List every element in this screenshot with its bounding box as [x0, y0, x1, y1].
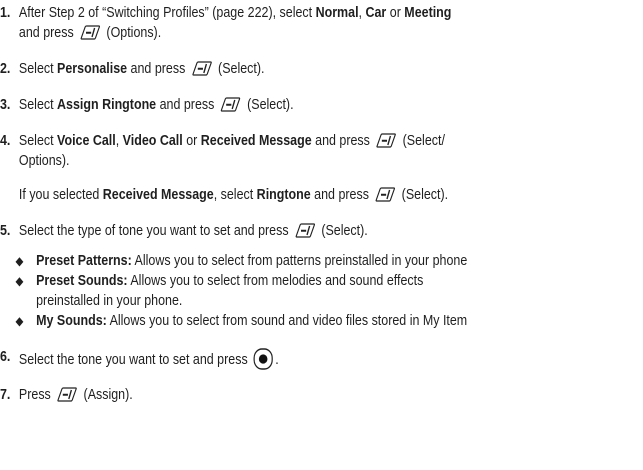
instruction-page: 1. After Step 2 of “Switching Profiles” …: [0, 5, 468, 403]
option-car: Car: [365, 5, 387, 21]
step-number: 3.: [0, 97, 11, 113]
step-number: 6.: [0, 349, 11, 365]
left-softkey-icon: [294, 222, 316, 239]
diamond-bullet-icon: ◆: [15, 254, 24, 268]
bullet-term: My Sounds:: [36, 313, 107, 329]
bullet-term: Preset Patterns:: [36, 253, 132, 269]
step-number: 7.: [0, 387, 11, 403]
diamond-bullet-icon: ◆: [15, 274, 24, 288]
option-ringtone: Ringtone: [256, 187, 311, 203]
center-select-key-icon: [253, 348, 274, 370]
left-softkey-icon: [374, 186, 396, 203]
bullet-term: Preset Sounds:: [36, 273, 128, 289]
option-voice-call: Voice Call: [57, 133, 116, 149]
option-assign-ringtone: Assign Ringtone: [57, 97, 157, 113]
option-normal: Normal: [315, 5, 359, 21]
step-number: 2.: [0, 61, 11, 77]
left-softkey-icon: [375, 132, 397, 149]
option-received-message: Received Message: [200, 133, 312, 149]
option-meeting: Meeting: [404, 5, 452, 21]
left-softkey-icon: [56, 386, 78, 403]
left-softkey-icon: [220, 96, 242, 113]
option-received-message: Received Message: [102, 187, 214, 203]
option-personalise: Personalise: [57, 61, 128, 77]
left-softkey-icon: [191, 60, 213, 77]
option-video-call: Video Call: [122, 133, 183, 149]
step-number: 1.: [0, 5, 11, 21]
diamond-bullet-icon: ◆: [15, 314, 24, 328]
left-softkey-icon: [79, 24, 101, 41]
step-number: 4.: [0, 133, 11, 149]
step-number: 5.: [0, 223, 11, 239]
step-text: After Step 2 of “Switching Profiles” (pa…: [18, 5, 452, 21]
